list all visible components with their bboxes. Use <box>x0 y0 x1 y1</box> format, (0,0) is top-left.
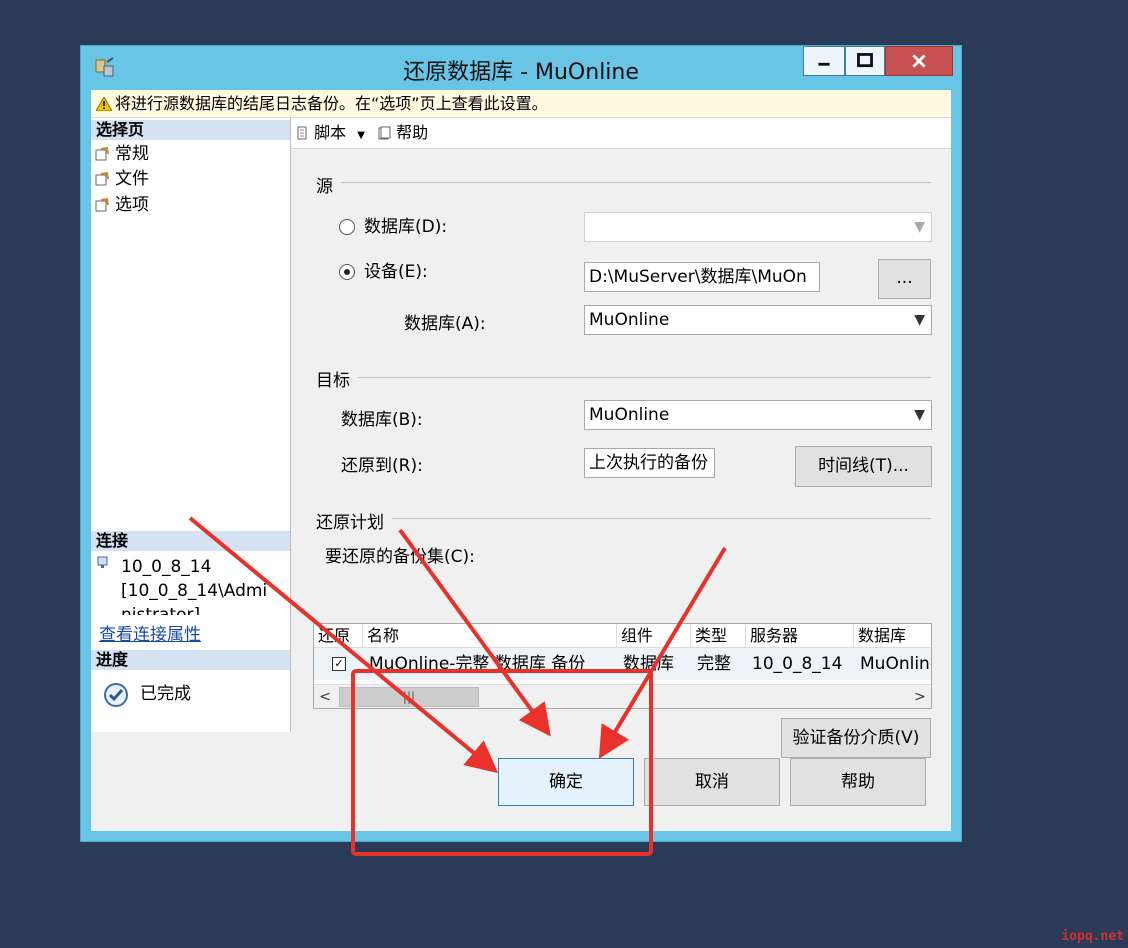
page-icon <box>95 198 109 212</box>
select-page-header: 选择页 <box>91 120 290 140</box>
page-icon <box>95 172 109 186</box>
plan-divider <box>316 518 931 519</box>
connection-line-1: 10_0_8_14 <box>121 557 212 577</box>
type-cell: 完整 <box>697 654 731 674</box>
horizontal-scrollbar[interactable]: < ||| > <box>314 684 931 708</box>
name-cell: MuOnline-完整 数据库 备份 <box>369 654 586 674</box>
ok-button[interactable]: 确定 <box>498 758 634 806</box>
maximize-button[interactable] <box>845 46 885 76</box>
view-connection-properties-link[interactable]: 查看连接属性 <box>99 620 201 645</box>
watermark: iopq.net <box>1061 929 1124 944</box>
source-divider <box>316 182 931 183</box>
server-cell: 10_0_8_14 <box>752 654 843 674</box>
page-options[interactable]: 选项 <box>95 193 149 217</box>
left-pane: 选择页 常规 文件 选项 连接 10_0_8_14 [10_0_8_14\Adm… <box>91 118 291 732</box>
page-files-label: 文件 <box>115 169 149 189</box>
restore-to-field[interactable]: 上次执行的备份 <box>584 448 715 478</box>
source-database-value: MuOnline <box>589 310 670 330</box>
browse-device-button[interactable]: ... <box>878 259 931 299</box>
component-cell: 数据库 <box>623 654 674 674</box>
page-general-label: 常规 <box>115 144 149 164</box>
scroll-thumb[interactable]: ||| <box>339 687 479 707</box>
restore-cell: ✓ <box>314 648 363 680</box>
right-pane: 脚本 ▼ 帮助 源 数据库(D): ▼ 设备(E): D:\MuServer\数… <box>291 118 951 758</box>
page-files[interactable]: 文件 <box>95 167 149 191</box>
source-database-select[interactable]: MuOnline ▼ <box>584 305 932 335</box>
column-header-type[interactable]: 类型 <box>691 624 746 648</box>
target-database-value: MuOnline <box>589 405 670 425</box>
connection-line-2: [10_0_8_14\Admi <box>121 581 268 601</box>
toolbar: 脚本 ▼ 帮助 <box>291 118 951 149</box>
close-button[interactable] <box>885 46 953 76</box>
warning-text: 将进行源数据库的结尾日志备份。在“选项”页上查看此设置。 <box>115 94 548 113</box>
connection-header: 连接 <box>91 531 290 551</box>
column-header-database[interactable]: 数据库 <box>854 624 931 648</box>
maximize-icon <box>857 53 873 68</box>
help-label: 帮助 <box>396 123 429 142</box>
minimize-button[interactable] <box>803 46 845 76</box>
backup-sets-grid[interactable]: 还原 名称 组件 类型 服务器 数据库 ✓ MuOnline-完整 数据库 备份… <box>313 623 932 709</box>
scroll-left-icon[interactable]: < <box>314 685 336 708</box>
database-radio-label: 数据库(D): <box>364 217 448 237</box>
column-header-component[interactable]: 组件 <box>617 624 691 648</box>
column-header-name[interactable]: 名称 <box>363 624 617 648</box>
chevron-down-icon: ▼ <box>914 407 925 423</box>
device-radio-label: 设备(E): <box>364 262 428 282</box>
device-radio[interactable] <box>339 264 355 280</box>
verify-backup-media-button[interactable]: 验证备份介质(V) <box>781 718 931 758</box>
chevron-down-icon: ▼ <box>914 312 925 328</box>
warning-icon <box>96 97 112 111</box>
column-header-restore[interactable]: 还原 <box>314 624 363 648</box>
source-database-label: 数据库(A): <box>404 314 486 334</box>
target-database-select[interactable]: MuOnline ▼ <box>584 400 932 430</box>
page-general[interactable]: 常规 <box>95 142 149 166</box>
help-icon <box>378 126 391 140</box>
backup-sets-label: 要还原的备份集(C): <box>325 547 475 567</box>
help-button[interactable]: 帮助 <box>790 758 926 806</box>
source-group-label: 源 <box>316 172 341 197</box>
scroll-right-icon[interactable]: > <box>909 685 931 708</box>
script-icon <box>297 126 307 140</box>
restore-to-label: 还原到(R): <box>341 456 423 476</box>
connection-line-3: nistrator] <box>121 605 201 615</box>
help-menu[interactable]: 帮助 <box>377 118 428 148</box>
script-menu[interactable]: 脚本 ▼ <box>295 118 365 151</box>
timeline-button[interactable]: 时间线(T)... <box>795 446 932 487</box>
page-options-label: 选项 <box>115 195 149 215</box>
cancel-button[interactable]: 取消 <box>644 758 780 806</box>
device-path-field[interactable]: D:\MuServer\数据库\MuOn <box>584 262 820 292</box>
target-database-label: 数据库(B): <box>341 410 423 430</box>
database-cell: MuOnline <box>860 654 931 674</box>
table-row[interactable]: ✓ MuOnline-完整 数据库 备份 数据库 完整 10_0_8_14 Mu… <box>314 648 931 680</box>
target-group-label: 目标 <box>316 366 358 391</box>
database-radio[interactable] <box>339 219 355 235</box>
close-icon <box>912 54 926 68</box>
server-icon <box>97 556 108 568</box>
dialog-body: 选择页 常规 文件 选项 连接 10_0_8_14 [10_0_8_14\Adm… <box>91 118 951 831</box>
plan-group-label: 还原计划 <box>316 508 392 533</box>
script-label: 脚本 <box>314 123 347 142</box>
source-database-select-disabled[interactable]: ▼ <box>584 212 932 242</box>
column-header-server[interactable]: 服务器 <box>746 624 854 648</box>
dropdown-arrow-icon: ▼ <box>357 130 365 141</box>
progress-header: 进度 <box>91 650 290 670</box>
chevron-down-icon: ▼ <box>914 219 925 235</box>
restore-checkbox[interactable]: ✓ <box>332 657 346 671</box>
target-divider <box>316 377 931 378</box>
warning-bar: 将进行源数据库的结尾日志备份。在“选项”页上查看此设置。 <box>91 90 951 118</box>
check-circle-icon <box>104 683 128 707</box>
minimize-icon <box>818 62 830 66</box>
progress-status: 已完成 <box>140 684 191 704</box>
title-bar[interactable]: 还原数据库 - MuOnline <box>81 46 961 90</box>
page-icon <box>95 147 109 161</box>
restore-database-dialog: 还原数据库 - MuOnline 将进行源数据库的结尾日志备份。在“选项”页上查… <box>80 45 962 842</box>
